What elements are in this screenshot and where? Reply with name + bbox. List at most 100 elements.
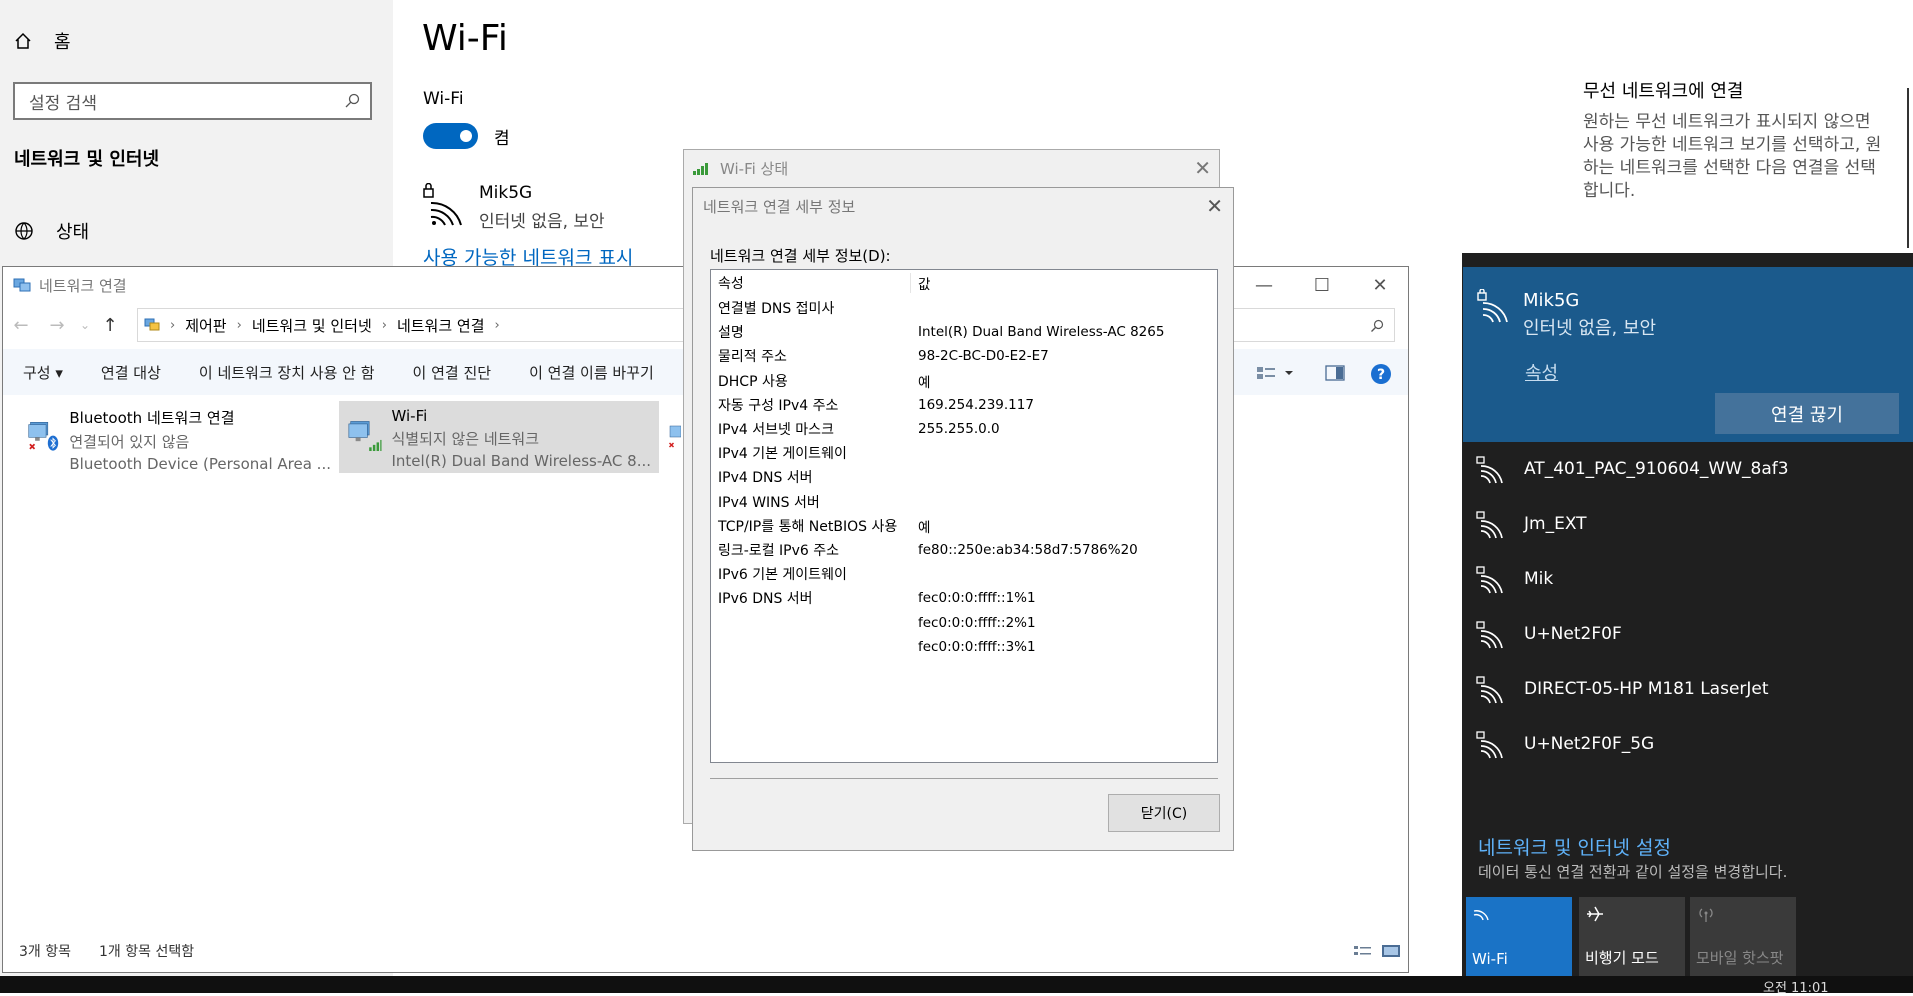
details-list-header: 속성 값 [711, 270, 1217, 296]
details-value: Intel(R) Dual Band Wireless-AC 8265 [918, 324, 1165, 341]
wifi-secure-icon [1476, 676, 1503, 704]
details-property: DHCP 사용 [718, 373, 788, 390]
details-row[interactable]: DHCP 사용 예 [711, 369, 1217, 393]
details-row[interactable]: TCP/IP를 통해 NetBIOS 사용 예 [711, 514, 1217, 538]
breadcrumb-item[interactable]: 네트워크 및 인터넷 [252, 315, 372, 336]
col-value-header[interactable]: 값 [911, 273, 930, 293]
flyout-network-item[interactable]: Jm_EXT [1476, 509, 1587, 539]
view-options-icon[interactable] [1255, 365, 1295, 381]
quick-action-wifi[interactable]: Wi-Fi [1466, 897, 1572, 976]
connection-device: Bluetooth Device (Personal Area ... [69, 455, 331, 473]
selected-count: 1개 항목 선택함 [99, 944, 195, 960]
wifi-toggle[interactable] [423, 123, 478, 149]
breadcrumb-item[interactable]: 제어판 [185, 315, 226, 336]
details-value: fe80::250e:ab34:58d7:5786%20 [918, 541, 1138, 558]
details-list[interactable]: 속성 값 연결별 DNS 접미사 설명 Intel(R) Dual Band Wir… [710, 269, 1218, 763]
large-icons-view-icon[interactable] [1381, 944, 1401, 958]
network-settings-link[interactable]: 네트워크 및 인터넷 설정 [1478, 833, 1671, 860]
up-arrow-icon[interactable]: ↑ [95, 315, 125, 336]
details-row[interactable]: IPv6 DNS 서버 fec0:0:0:ffff::1%1 [711, 586, 1217, 610]
search-icon[interactable] [1370, 319, 1384, 333]
flyout-network-item[interactable]: AT_401_PAC_910604_WW_8af3 [1476, 454, 1789, 484]
flyout-network-name: Jm_EXT [1524, 514, 1587, 534]
toolbar-organize[interactable]: 구성 ▾ [23, 362, 63, 383]
details-property: 물리적 주소 [718, 349, 787, 366]
details-property: IPv4 WINS 서버 [718, 494, 820, 511]
network-details-dialog: 네트워크 연결 세부 정보 ✕ 네트워크 연결 세부 정보(D): 속성 값 연… [692, 187, 1234, 851]
preview-pane-icon[interactable] [1325, 365, 1345, 381]
details-close-button[interactable]: 닫기(C) [1108, 794, 1220, 832]
settings-scrollbar[interactable] [1907, 88, 1909, 248]
connection-item-bluetooth[interactable]: Bluetooth 네트워크 연결 연결되어 있지 않음 Bluetooth D… [19, 401, 339, 473]
connection-item-wifi[interactable]: Wi-Fi 식별되지 않은 네트워크 Intel(R) Dual Band Wi… [339, 401, 659, 473]
maximize-button[interactable]: ☐ [1298, 267, 1346, 303]
nav-home[interactable]: 홈 [14, 28, 71, 54]
flyout-current-network[interactable]: Mik5G 인터넷 없음, 보안 속성 연결 끊기 [1463, 267, 1913, 442]
nav-status[interactable]: 상태 [14, 218, 89, 244]
flyout-network-item[interactable]: Mik [1476, 564, 1553, 594]
flyout-properties-link[interactable]: 속성 [1525, 359, 1558, 385]
details-separator [710, 778, 1218, 779]
back-arrow-icon[interactable]: ← [3, 315, 39, 336]
details-row[interactable]: 물리적 주소 98-2C-BC-D0-E2-E7 [711, 344, 1217, 368]
flyout-network-item[interactable]: U+Net2F0F [1476, 619, 1622, 649]
search-placeholder: 설정 검색 [29, 93, 97, 114]
details-row[interactable]: IPv4 기본 게이트웨이 [711, 441, 1217, 465]
quick-action-airplane[interactable]: 비행기 모드 [1579, 897, 1685, 976]
current-network-name: Mik5G [479, 183, 533, 203]
globe-icon [15, 222, 33, 240]
connection-name: Wi-Fi [391, 407, 428, 425]
details-row[interactable]: IPv4 DNS 서버 [711, 465, 1217, 489]
wifi-secure-icon [1476, 731, 1503, 759]
flyout-network-name: U+Net2F0F [1524, 624, 1622, 644]
settings-search-input[interactable]: 설정 검색 [13, 82, 372, 120]
breadcrumb-item[interactable]: 네트워크 연결 [397, 315, 485, 336]
details-property: IPv4 기본 게이트웨이 [718, 446, 847, 463]
details-row[interactable]: 연결별 DNS 접미사 [711, 296, 1217, 320]
toolbar-rename[interactable]: 이 연결 이름 바꾸기 [529, 362, 654, 383]
connection-status: 식별되지 않은 네트워크 [391, 430, 540, 448]
wifi-secure-icon [1476, 511, 1503, 539]
details-row[interactable]: fec0:0:0:ffff::3%1 [711, 635, 1217, 659]
flyout-network-item[interactable]: DIRECT-05-HP M181 LaserJet [1476, 674, 1769, 704]
taskbar-clock[interactable]: 오전 11:01 [1763, 977, 1829, 996]
details-row[interactable]: IPv4 서브넷 마스크 255.255.0.0 [711, 417, 1217, 441]
toolbar-connect-to[interactable]: 연결 대상 [101, 362, 161, 383]
wifi-icon [1473, 910, 1489, 921]
toolbar-disable-device[interactable]: 이 네트워크 장치 사용 안 함 [199, 362, 375, 383]
details-value: fec0:0:0:ffff::1%1 [918, 590, 1036, 607]
wifi-secure-icon [423, 183, 462, 226]
wifi-status-close-icon[interactable]: ✕ [1194, 156, 1211, 180]
col-property-header[interactable]: 속성 [711, 273, 911, 293]
close-button[interactable]: ✕ [1356, 267, 1404, 303]
details-value: fec0:0:0:ffff::2%1 [918, 614, 1036, 631]
details-value: 169.254.239.117 [918, 396, 1034, 413]
wifi-status-titlebar[interactable]: Wi-Fi 상태 [692, 150, 788, 186]
control-panel-icon [144, 318, 160, 331]
details-close-icon[interactable]: ✕ [1206, 194, 1223, 218]
details-view-icon[interactable] [1353, 944, 1373, 958]
toolbar-diagnose[interactable]: 이 연결 진단 [413, 362, 492, 383]
related-description: 원하는 무선 네트워크가 표시되지 않으면 사용 가능한 네트워크 보기를 선택… [1583, 112, 1882, 201]
wifi-secure-icon [1476, 566, 1503, 594]
current-network[interactable]: Mik5G 인터넷 없음, 보안 [423, 183, 605, 232]
help-icon[interactable]: ? [1370, 363, 1392, 385]
chevron-right-icon: › [170, 317, 176, 333]
search-icon [345, 93, 360, 108]
details-value: 255.255.0.0 [918, 421, 1000, 438]
flyout-network-item[interactable]: U+Net2F0F_5G [1476, 729, 1654, 759]
recent-chevron-icon[interactable]: ⌄ [75, 318, 95, 332]
details-row[interactable]: IPv4 WINS 서버 [711, 490, 1217, 514]
minimize-button[interactable]: — [1240, 267, 1288, 303]
home-icon [15, 32, 31, 49]
details-row[interactable]: 자동 구성 IPv4 주소 169.254.239.117 [711, 393, 1217, 417]
details-property: IPv4 서브넷 마스크 [718, 422, 834, 439]
details-row[interactable]: 링크-로컬 IPv6 주소 fe80::250e:ab34:58d7:5786%2… [711, 538, 1217, 562]
quick-action-hotspot[interactable]: 모바일 핫스팟 [1690, 897, 1796, 976]
forward-arrow-icon[interactable]: → [39, 315, 75, 336]
disconnect-button[interactable]: 연결 끊기 [1715, 393, 1899, 434]
bluetooth-network-icon [28, 421, 59, 451]
details-row[interactable]: fec0:0:0:ffff::2%1 [711, 610, 1217, 634]
details-row[interactable]: 설명 Intel(R) Dual Band Wireless-AC 8265 [711, 320, 1217, 344]
details-row[interactable]: IPv6 기본 게이트웨이 [711, 562, 1217, 586]
